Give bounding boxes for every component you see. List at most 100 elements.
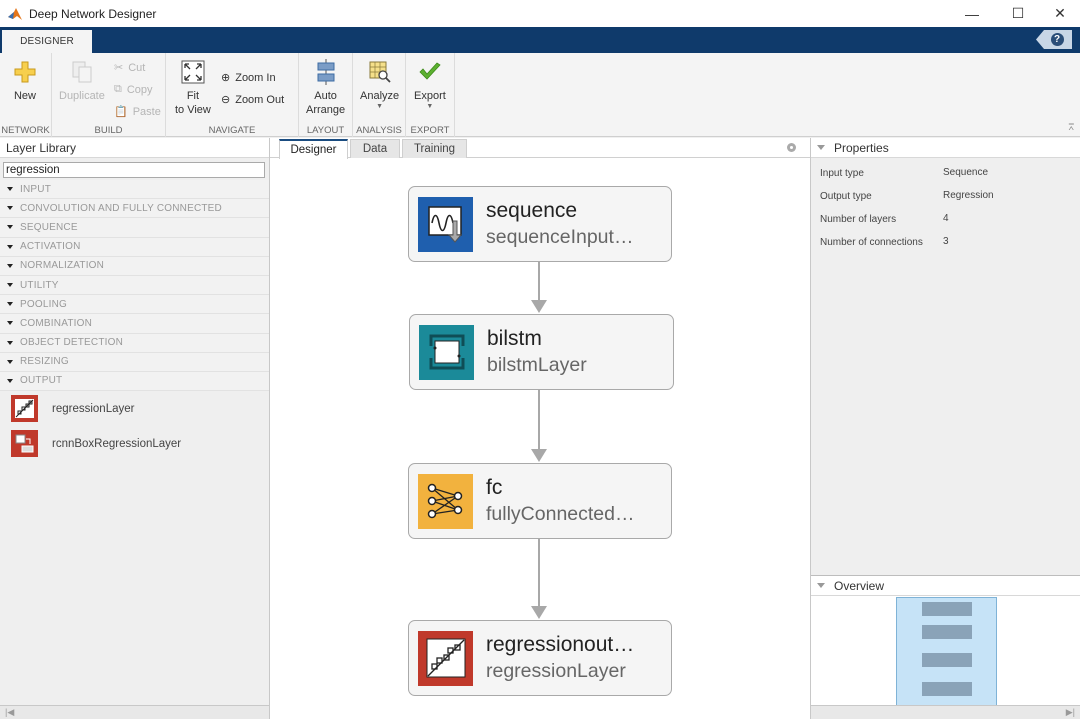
expand-triangle-icon — [7, 206, 13, 211]
expand-triangle-icon — [7, 283, 13, 288]
category-label: RESIZING — [20, 356, 69, 368]
layer-item-regression[interactable]: regressionLayer — [0, 391, 269, 426]
layer-type: regressionLayer — [486, 660, 626, 682]
tab-data[interactable]: Data — [350, 139, 400, 158]
close-tab-icon[interactable] — [787, 143, 796, 152]
category-list: INPUT CONVOLUTION AND FULLY CONNECTED SEQU… — [0, 180, 269, 392]
category-output[interactable]: OUTPUT — [0, 371, 269, 392]
maximize-button[interactable]: ☐ — [996, 0, 1040, 27]
category-label: ACTIVATION — [20, 241, 81, 253]
category-pooling[interactable]: POOLING — [0, 295, 269, 315]
overview-node — [922, 653, 972, 667]
collapse-triangle-icon — [817, 583, 825, 588]
edge-arrowhead — [531, 300, 547, 313]
title-bar: Deep Network Designer — ☐ ✕ — [0, 0, 1080, 27]
analyze-button[interactable]: Analyze ▼ — [360, 59, 399, 111]
layer-item-rcnn-box-regression[interactable]: rcnnBoxRegressionLayer — [0, 426, 269, 461]
document-tabs: Designer Data Training — [270, 138, 810, 159]
layer-node-sequence[interactable]: sequence sequenceInput… — [408, 186, 672, 262]
cut-button[interactable]: ✂ Cut — [114, 61, 145, 75]
box-regression-icon — [11, 430, 38, 458]
group-label-layout: LAYOUT — [306, 125, 345, 136]
property-value: 4 — [943, 213, 949, 224]
category-activation[interactable]: ACTIVATION — [0, 237, 269, 257]
new-button[interactable]: New — [12, 59, 38, 103]
layer-node-regressionoutput[interactable]: regressionout… regressionLayer — [408, 620, 672, 696]
collapse-right-panel-icon[interactable]: ▶| — [1066, 707, 1075, 718]
fit-to-view-button[interactable]: Fit to View — [175, 59, 211, 117]
ribbon-group-build: Duplicate ✂ Cut ⧉ Copy 📋 Paste BUILD — [52, 53, 166, 137]
properties-header[interactable]: Properties — [811, 138, 1080, 158]
overview-title: Overview — [834, 578, 885, 593]
dropdown-arrow-icon: ▼ — [376, 103, 384, 110]
collapse-ribbon-icon[interactable]: ⩞ — [1069, 122, 1074, 133]
overview-node — [922, 602, 972, 616]
paste-icon: 📋 — [114, 106, 128, 118]
overview-viewport[interactable] — [896, 597, 997, 706]
duplicate-button[interactable]: Duplicate — [59, 59, 105, 103]
export-button[interactable]: Export ▼ — [414, 59, 446, 111]
category-sequence[interactable]: SEQUENCE — [0, 218, 269, 238]
ribbon-group-network: New NETWORK — [0, 53, 52, 137]
edge-arrowhead — [531, 449, 547, 462]
category-resizing[interactable]: RESIZING — [0, 352, 269, 372]
tab-training[interactable]: Training — [402, 139, 467, 158]
property-value: Regression — [943, 190, 994, 201]
category-normalization[interactable]: NORMALIZATION — [0, 256, 269, 276]
auto-arrange-button[interactable]: Auto Arrange — [306, 59, 345, 117]
category-label: POOLING — [20, 298, 67, 310]
dropdown-arrow-icon: ▼ — [426, 103, 434, 110]
group-label-navigate: NAVIGATE — [208, 125, 256, 136]
collapse-left-panel-icon[interactable]: |◀ — [5, 707, 14, 718]
scissors-icon: ✂ — [114, 62, 124, 74]
layer-item-label: rcnnBoxRegressionLayer — [52, 437, 182, 450]
help-button[interactable]: ? — [1036, 30, 1072, 49]
category-label: COMBINATION — [20, 317, 93, 329]
group-label-build: BUILD — [94, 125, 123, 136]
layer-list: regressionLayer rcnnBoxRegressionLayer — [0, 391, 269, 461]
expand-triangle-icon — [7, 187, 13, 192]
paste-button[interactable]: 📋 Paste — [114, 105, 161, 119]
regression-output-icon — [418, 630, 473, 686]
category-object-detection[interactable]: OBJECT DETECTION — [0, 333, 269, 353]
category-utility[interactable]: UTILITY — [0, 275, 269, 296]
properties-title: Properties — [834, 140, 889, 155]
connection-edge[interactable] — [538, 539, 540, 607]
connection-edge[interactable] — [538, 261, 540, 301]
layer-node-bilstm[interactable]: bilstm bilstmLayer — [409, 314, 674, 390]
layer-type: fullyConnected… — [486, 503, 635, 525]
zoom-out-button[interactable]: ⊖ Zoom Out — [221, 93, 284, 107]
overview-header[interactable]: Overview — [811, 576, 1080, 596]
layer-type: bilstmLayer — [487, 354, 587, 376]
expand-triangle-icon — [7, 263, 13, 268]
layer-library-title: Layer Library — [0, 138, 269, 158]
expand-triangle-icon — [7, 244, 13, 249]
bilstm-icon — [419, 324, 474, 380]
ribbon-group-layout: Auto Arrange LAYOUT — [299, 53, 353, 137]
auto-arrange-icon — [313, 59, 339, 85]
category-convolution-and-fully-connected[interactable]: CONVOLUTION AND FULLY CONNECTED — [0, 199, 269, 219]
collapse-triangle-icon — [817, 145, 825, 150]
property-label: Number of connections — [820, 237, 923, 248]
expand-triangle-icon — [7, 340, 13, 345]
copy-button[interactable]: ⧉ Copy — [114, 83, 153, 96]
network-canvas[interactable]: sequence sequenceInput… bilstm bilstmLay… — [270, 159, 810, 719]
copy-icon: ⧉ — [114, 83, 122, 95]
category-input[interactable]: INPUT — [0, 180, 269, 200]
layer-name: sequence — [486, 199, 578, 222]
tab-designer[interactable]: Designer — [279, 139, 348, 159]
category-label: NORMALIZATION — [20, 260, 105, 272]
expand-triangle-icon — [7, 359, 13, 364]
minimize-button[interactable]: — — [950, 0, 994, 27]
duplicate-icon — [69, 59, 95, 85]
connection-edge[interactable] — [538, 390, 540, 450]
fit-to-view-icon — [180, 59, 206, 85]
zoom-in-button[interactable]: ⊕ Zoom In — [221, 71, 276, 85]
layer-search-input[interactable] — [3, 162, 265, 178]
ribbon-group-analysis: Analyze ▼ ANALYSIS — [353, 53, 406, 137]
ribbon-tab-designer[interactable]: DESIGNER — [2, 30, 92, 53]
category-label: OUTPUT — [20, 375, 63, 387]
layer-node-fc[interactable]: fc fullyConnected… — [408, 463, 672, 539]
category-combination[interactable]: COMBINATION — [0, 314, 269, 334]
close-window-button[interactable]: ✕ — [1038, 0, 1080, 27]
